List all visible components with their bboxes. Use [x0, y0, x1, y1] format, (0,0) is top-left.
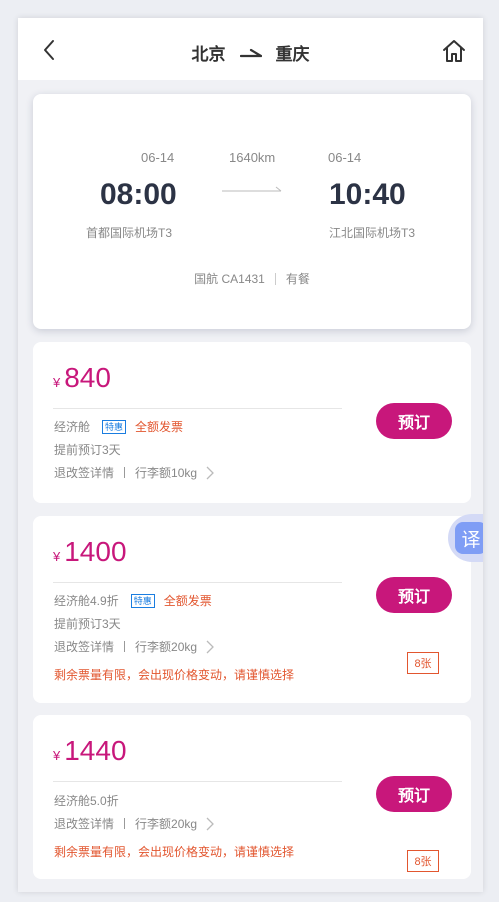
row-divider [124, 467, 126, 478]
page-title: 北京 重庆 [18, 40, 483, 65]
fare-option-card: ¥ 1400 经济舱4.9折 特惠 全额发票 提前预订3天 退改签详情 行李额2… [33, 516, 471, 703]
advance-booking: 提前预订3天 [54, 617, 121, 631]
flight-summary-card: 06-14 1640km 06-14 08:00 10:40 首都国际机场T3 … [33, 94, 471, 329]
price-amount: 840 [64, 362, 111, 393]
price-amount: 1400 [64, 536, 127, 567]
invoice-label: 全额发票 [135, 420, 184, 434]
limited-seats-warning: 剩余票量有限，会出现价格变动，请谨慎选择 [54, 668, 295, 682]
cabin-row: 经济舱 特惠 全额发票 [54, 418, 183, 435]
advance-row: 提前预订3天 [54, 441, 121, 458]
fare-option-card: ¥ 1440 经济舱5.0折 退改签详情 行李额20kg 剩余票量有限，会出现价… [33, 715, 471, 879]
book-button[interactable]: 预订 [376, 577, 452, 613]
translate-icon: 译 [455, 522, 483, 554]
cabin-class: 经济舱 [54, 420, 91, 434]
tickets-left-badge: 8张 [407, 652, 439, 674]
departure-date: 06-14 [141, 150, 175, 165]
refund-details-label: 退改签详情 [54, 466, 115, 480]
info-divider [274, 272, 276, 285]
home-icon [443, 40, 465, 62]
baggage-allowance: 行李额10kg [135, 466, 198, 480]
arrival-airport: 江北国际机场T3 [329, 226, 416, 240]
baggage-allowance: 行李额20kg [135, 640, 198, 654]
fare-divider [53, 582, 342, 583]
currency-symbol: ¥ [53, 375, 61, 390]
chevron-right-icon [206, 466, 214, 479]
cabin-row: 经济舱4.9折 特惠 全额发票 [54, 592, 212, 609]
cabin-row: 经济舱5.0折 [54, 792, 119, 809]
departure-time: 08:00 [100, 178, 177, 211]
price-amount: 1440 [64, 735, 127, 766]
baggage-allowance: 行李额20kg [135, 817, 198, 831]
fare-option-card: ¥ 840 经济舱 特惠 全额发票 提前预订3天 退改签详情 行李额10kg 预… [33, 342, 471, 503]
row-divider [124, 641, 126, 652]
to-city: 重庆 [275, 45, 310, 64]
limited-seats-warning: 剩余票量有限，会出现价格变动，请谨慎选择 [54, 845, 295, 859]
top-nav-bar: 北京 重庆 [18, 18, 483, 80]
refund-baggage-link[interactable]: 退改签详情 行李额20kg [54, 638, 215, 655]
special-badge: 特惠 [130, 593, 155, 608]
currency-symbol: ¥ [53, 748, 61, 763]
refund-details-label: 退改签详情 [54, 640, 115, 654]
flight-info-row: 国航 CA1431 有餐 [33, 270, 471, 287]
arrival-date: 06-14 [328, 150, 362, 165]
cabin-class: 经济舱5.0折 [54, 794, 119, 808]
meal-info: 有餐 [285, 272, 310, 286]
book-button[interactable]: 预订 [376, 776, 452, 812]
home-button[interactable] [441, 38, 467, 64]
tickets-left-badge: 8张 [407, 850, 439, 872]
advance-row: 提前预订3天 [54, 615, 121, 632]
special-badge: 特惠 [102, 419, 127, 434]
invoice-label: 全额发票 [163, 594, 212, 608]
fare-price: ¥ 1440 [53, 735, 127, 767]
fare-divider [53, 781, 342, 782]
departure-airport: 首都国际机场T3 [86, 226, 173, 240]
fare-divider [53, 408, 342, 409]
row-divider [124, 818, 126, 829]
flight-arrow-icon [222, 186, 282, 192]
airline-flight-number: 国航 CA1431 [194, 272, 265, 286]
from-city: 北京 [191, 45, 226, 64]
fare-price: ¥ 840 [53, 362, 111, 394]
arrival-time: 10:40 [329, 178, 406, 211]
refund-baggage-link[interactable]: 退改签详情 行李额20kg [54, 815, 215, 832]
advance-booking: 提前预订3天 [54, 443, 121, 457]
book-button[interactable]: 预订 [376, 403, 452, 439]
fare-price: ¥ 1400 [53, 536, 127, 568]
chevron-right-icon [206, 817, 214, 830]
route-arrow-icon [239, 48, 262, 57]
cabin-class: 经济舱4.9折 [54, 594, 119, 608]
chevron-right-icon [206, 640, 214, 653]
refund-details-label: 退改签详情 [54, 817, 115, 831]
currency-symbol: ¥ [53, 549, 61, 564]
app-screen: 北京 重庆 06-14 1640km 06-14 08:00 10:40 首都国… [18, 18, 483, 892]
refund-baggage-link[interactable]: 退改签详情 行李额10kg [54, 464, 215, 481]
flight-distance: 1640km [229, 150, 276, 165]
